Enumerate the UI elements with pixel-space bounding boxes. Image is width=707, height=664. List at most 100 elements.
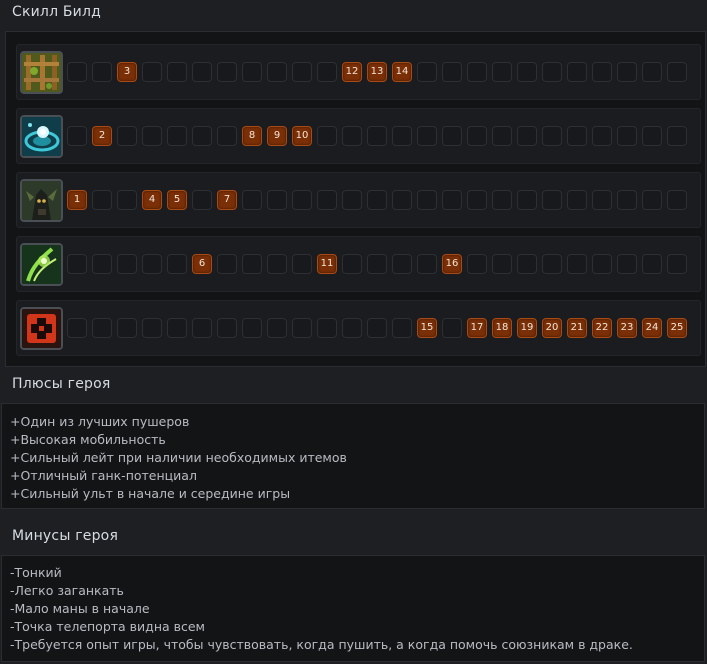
empty-level-cell (467, 62, 487, 82)
cons-item: -Легко заганкать (10, 583, 124, 598)
empty-level-cell (667, 62, 687, 82)
empty-level-cell (317, 62, 337, 82)
empty-level-cell (467, 126, 487, 146)
empty-level-cell (442, 318, 462, 338)
empty-level-cell (492, 126, 512, 146)
empty-level-cell (92, 62, 112, 82)
empty-level-cell (192, 318, 212, 338)
empty-level-cell (367, 254, 387, 274)
empty-level-cell (542, 254, 562, 274)
skill-build-panel: 3 12 13 14 2 8 9 10 1 4 5 7 6 11 16 15 1… (5, 31, 706, 367)
empty-level-cell (592, 254, 612, 274)
empty-level-cell (392, 254, 412, 274)
cons-item: -Требуется опыт игры, чтобы чувствовать,… (10, 637, 633, 652)
empty-level-cell (192, 126, 212, 146)
empty-level-cell (217, 62, 237, 82)
pros-panel: +Один из лучших пушеров +Высокая мобильн… (1, 403, 705, 509)
skill-row-5: 15 17 18 19 20 21 22 23 24 25 (16, 300, 701, 356)
empty-level-cell (567, 62, 587, 82)
empty-level-cell (67, 254, 87, 274)
skill-row-4: 6 11 16 (16, 236, 701, 292)
empty-level-cell (292, 190, 312, 210)
empty-level-cell (292, 254, 312, 274)
empty-level-cell (342, 254, 362, 274)
empty-level-cell (117, 254, 137, 274)
empty-level-cell (317, 190, 337, 210)
empty-level-cell (642, 62, 662, 82)
skill-level-marker: 19 (517, 318, 537, 338)
empty-level-cell (342, 190, 362, 210)
empty-level-cell (642, 126, 662, 146)
empty-level-cell (667, 190, 687, 210)
empty-level-cell (392, 126, 412, 146)
cons-title: Минусы героя (12, 528, 119, 544)
empty-level-cell (167, 62, 187, 82)
empty-level-cell (217, 254, 237, 274)
empty-level-cell (667, 126, 687, 146)
skill-level-marker: 20 (542, 318, 562, 338)
empty-level-cell (317, 318, 337, 338)
empty-level-cell (142, 318, 162, 338)
skill-level-marker: 5 (167, 190, 187, 210)
pros-item: +Отличный ганк-потенциал (10, 468, 197, 483)
pros-item: +Один из лучших пушеров (10, 414, 190, 429)
empty-level-cell (592, 190, 612, 210)
empty-level-cell (367, 126, 387, 146)
skill-level-marker: 14 (392, 62, 412, 82)
empty-level-cell (167, 254, 187, 274)
empty-level-cell (442, 62, 462, 82)
empty-level-cell (567, 126, 587, 146)
attribute-bonus-icon (20, 307, 63, 350)
empty-level-cell (142, 254, 162, 274)
empty-level-cell (242, 62, 262, 82)
empty-level-cell (617, 126, 637, 146)
skill-level-marker: 9 (267, 126, 287, 146)
empty-level-cell (267, 318, 287, 338)
empty-level-cell (67, 318, 87, 338)
skill-level-marker: 17 (467, 318, 487, 338)
empty-level-cell (492, 62, 512, 82)
empty-level-cell (517, 126, 537, 146)
skill-level-marker: 8 (242, 126, 262, 146)
empty-level-cell (442, 126, 462, 146)
skill-level-marker: 4 (142, 190, 162, 210)
skill-level-marker: 23 (617, 318, 637, 338)
empty-level-cell (567, 190, 587, 210)
empty-level-cell (242, 190, 262, 210)
empty-level-cell (142, 62, 162, 82)
empty-level-cell (342, 318, 362, 338)
empty-level-cell (292, 62, 312, 82)
teleport-icon (20, 115, 63, 158)
treant-icon (20, 179, 63, 222)
empty-level-cell (442, 190, 462, 210)
empty-level-cell (142, 126, 162, 146)
empty-level-cell (617, 254, 637, 274)
empty-level-cell (492, 190, 512, 210)
empty-level-cell (617, 62, 637, 82)
empty-level-cell (517, 254, 537, 274)
empty-level-cell (92, 254, 112, 274)
empty-level-cell (117, 318, 137, 338)
cons-item: -Тонкий (10, 565, 62, 580)
empty-level-cell (517, 190, 537, 210)
skill-row-2: 2 8 9 10 (16, 108, 701, 164)
skill-level-marker: 24 (642, 318, 662, 338)
empty-level-cell (92, 318, 112, 338)
empty-level-cell (517, 62, 537, 82)
empty-level-cell (392, 318, 412, 338)
empty-level-cell (617, 190, 637, 210)
empty-level-cell (417, 254, 437, 274)
skill-level-marker: 6 (192, 254, 212, 274)
skill-level-marker: 11 (317, 254, 337, 274)
skill-level-marker: 7 (217, 190, 237, 210)
skill-level-marker: 22 (592, 318, 612, 338)
empty-level-cell (642, 254, 662, 274)
skill-level-marker: 21 (567, 318, 587, 338)
cons-item: -Мало маны в начале (10, 601, 150, 616)
empty-level-cell (592, 62, 612, 82)
empty-level-cell (542, 190, 562, 210)
empty-level-cell (317, 126, 337, 146)
pros-title: Плюсы героя (12, 376, 111, 392)
empty-level-cell (67, 62, 87, 82)
skill-level-marker: 1 (67, 190, 87, 210)
